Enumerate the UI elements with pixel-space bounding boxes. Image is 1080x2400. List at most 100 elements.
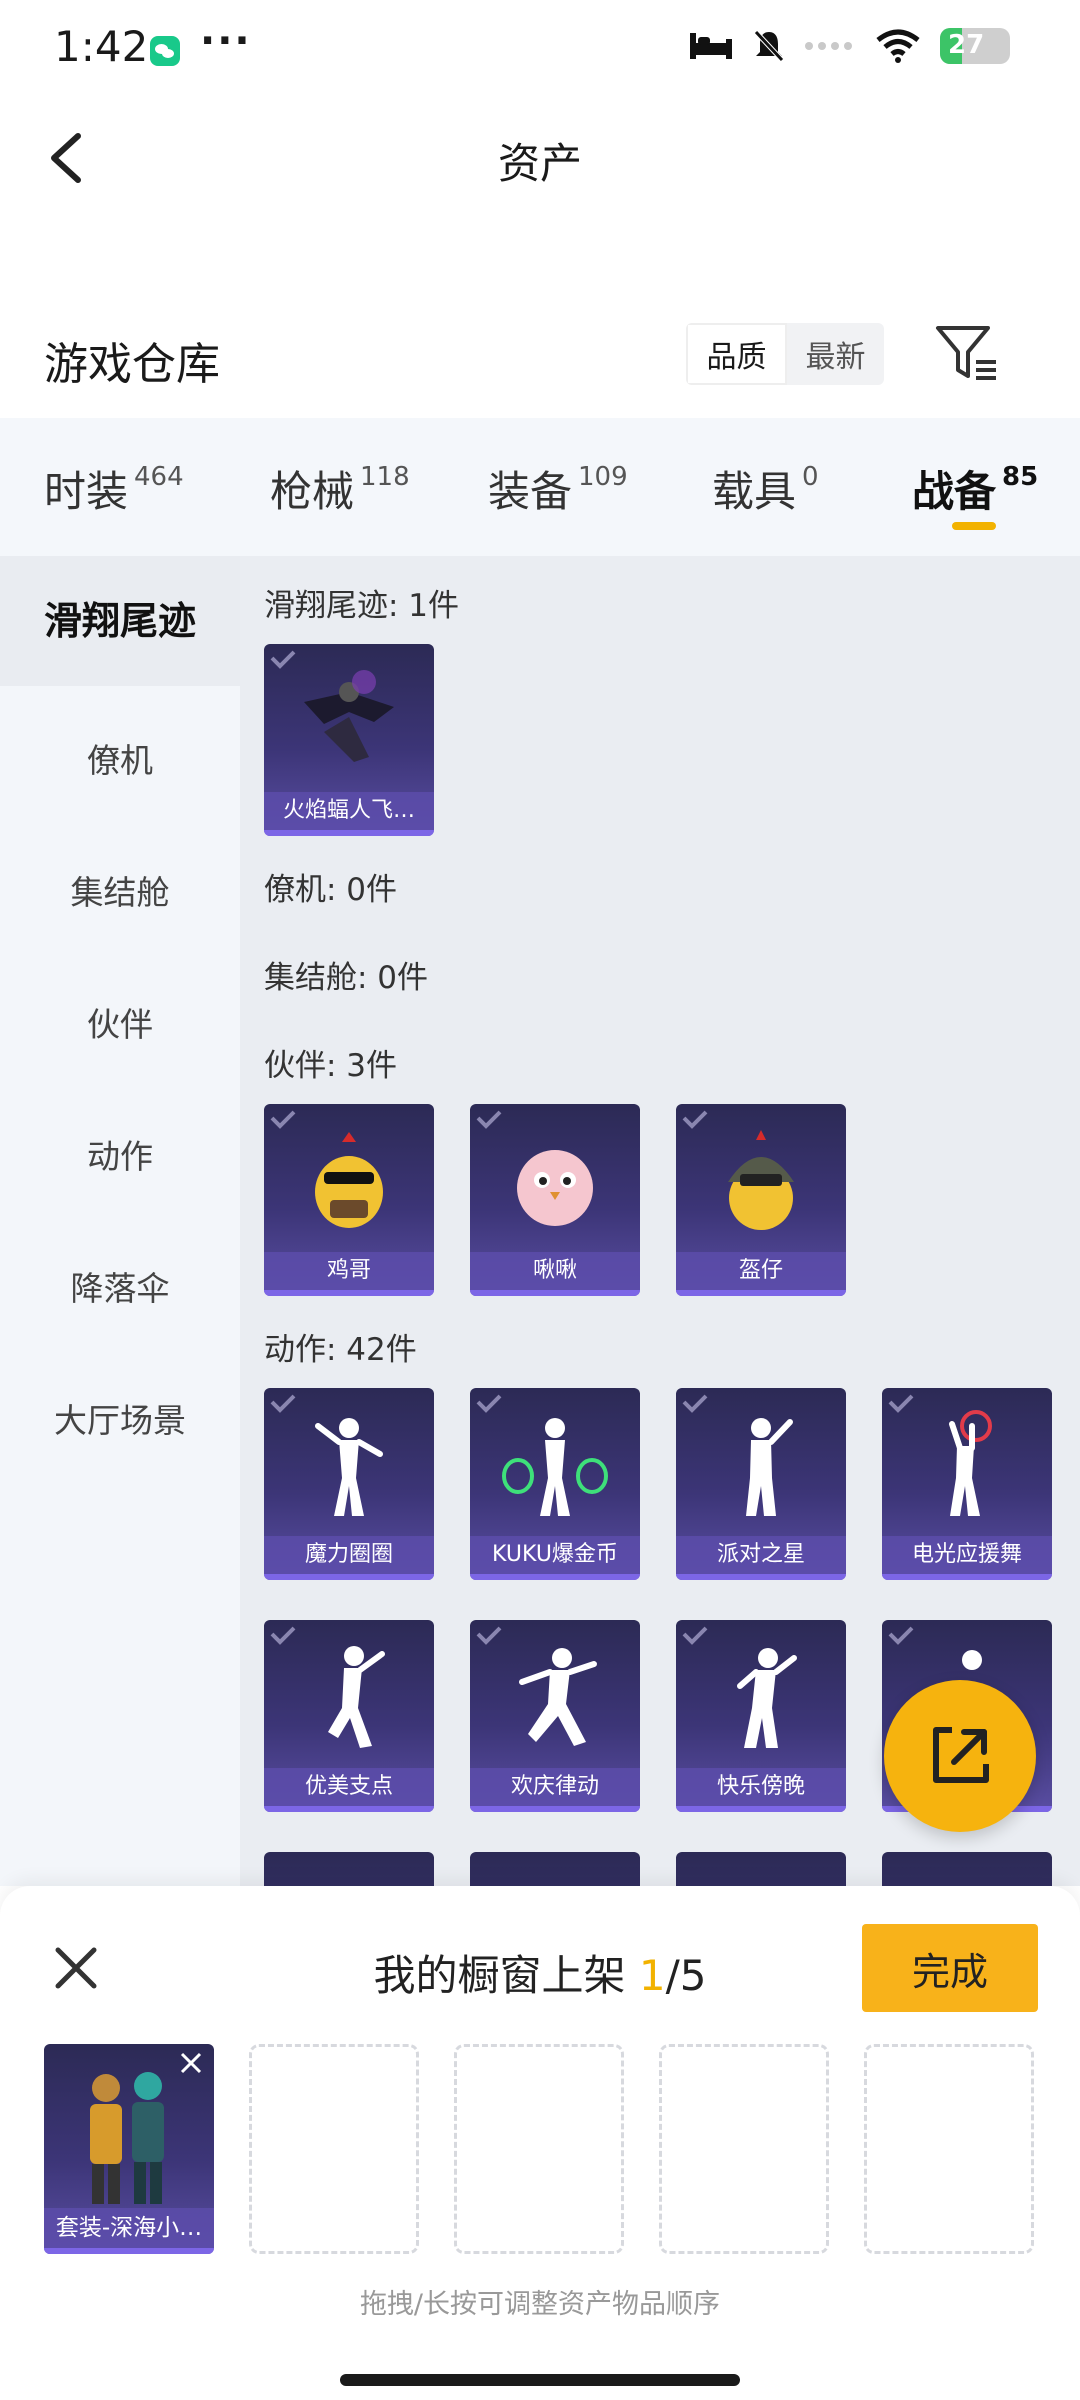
card-bar (676, 1290, 846, 1296)
asset-card[interactable]: 优美支点 (264, 1620, 434, 1812)
done-button[interactable]: 完成 (862, 1924, 1038, 2012)
dancer-silhouette-image (737, 1648, 797, 1748)
warehouse-title: 游戏仓库 (44, 339, 220, 390)
tab-count: 85 (1002, 462, 1039, 492)
reorder-hint: 拖拽/长按可调整资产物品顺序 (359, 2289, 721, 2320)
tab-equipment[interactable]: 装备 109 (488, 458, 628, 519)
sidebar-item-capsule[interactable]: 集结舱 (0, 866, 240, 914)
showcase-total-count: /5 (665, 1951, 707, 2000)
tab-count: 464 (134, 462, 184, 492)
home-indicator[interactable] (340, 2374, 740, 2386)
sidebar-item-parachute[interactable]: 降落伞 (0, 1262, 240, 1310)
more-notifications-icon: ··· (200, 18, 252, 64)
tab-label: 载具 (712, 467, 797, 516)
section-heading-wingman: 僚机: 0件 (264, 872, 398, 908)
showcase-empty-slot[interactable] (659, 2044, 829, 2254)
filter-icon[interactable] (932, 318, 1002, 388)
asset-card-label: 火焰蝠人飞… (264, 792, 434, 830)
sidebar-item-wingman[interactable]: 僚机 (0, 734, 240, 782)
tab-vehicles[interactable]: 载具 0 (712, 458, 819, 519)
tab-weapons[interactable]: 枪械 118 (270, 458, 410, 519)
asset-card-label: 欢庆律动 (470, 1768, 640, 1806)
battery-icon: 27 (940, 28, 1010, 64)
card-bar (470, 1290, 640, 1296)
wifi-icon (876, 29, 920, 63)
showcase-sheet: 我的橱窗上架 1/5 完成 套装-深海小… 拖拽/长按可调整资产物品顺序 (0, 1886, 1080, 2400)
battery-level: 27 (948, 30, 985, 60)
signal-dots-icon (805, 42, 852, 50)
bed-icon (690, 33, 732, 59)
glowstick-dancer-image (949, 1410, 992, 1516)
section-heading-emote: 动作: 42件 (264, 1332, 417, 1368)
sidebar-item-companion[interactable]: 伙伴 (0, 998, 240, 1046)
card-bar (470, 1574, 640, 1580)
dancer-silhouette-image (519, 1648, 597, 1746)
asset-card[interactable]: 魔力圈圈 (264, 1388, 434, 1580)
card-bar (676, 1806, 846, 1812)
pink-bird-companion-image (517, 1150, 593, 1226)
sort-option-newest[interactable]: 最新 (787, 323, 884, 385)
tab-count: 0 (802, 462, 819, 492)
asset-card[interactable] (882, 1852, 1052, 1886)
sidebar-item-glide-trail[interactable]: 滑翔尾迹 (0, 556, 240, 686)
section-heading-capsule: 集结舱: 0件 (264, 960, 429, 996)
asset-card[interactable]: 啾啾 (470, 1104, 640, 1296)
showcase-current-count: 1 (638, 1951, 666, 2000)
asset-card-label: 魔力圈圈 (264, 1536, 434, 1574)
tab-label: 枪械 (270, 467, 355, 516)
category-tabs: 时装 464 枪械 118 装备 109 载具 0 战备 85 (0, 418, 1080, 556)
sort-toggle: 品质 最新 (686, 323, 884, 385)
mute-icon (754, 30, 784, 62)
tab-count: 118 (360, 462, 410, 492)
share-out-icon (933, 1727, 989, 1783)
showcase-empty-slot[interactable] (249, 2044, 419, 2254)
asset-card[interactable] (470, 1852, 640, 1886)
asset-card-label: 啾啾 (470, 1252, 640, 1290)
active-tab-indicator (952, 522, 996, 530)
tab-fashion[interactable]: 时装 464 (44, 458, 184, 519)
share-fab-button[interactable] (884, 1680, 1036, 1832)
sort-option-quality[interactable]: 品质 (686, 323, 787, 385)
status-bar: 1:42 ··· 27 (0, 0, 1080, 100)
asset-card[interactable]: 电光应援舞 (882, 1388, 1052, 1580)
asset-card-label: 鸡哥 (264, 1252, 434, 1290)
card-bar (264, 1290, 434, 1296)
tab-label: 战备 (912, 467, 997, 516)
sidebar-item-emote[interactable]: 动作 (0, 1130, 240, 1178)
asset-card-label: 派对之星 (676, 1536, 846, 1574)
asset-card[interactable]: 火焰蝠人飞… (264, 644, 434, 836)
page-title: 资产 (497, 139, 582, 188)
card-bar (264, 830, 434, 836)
asset-card[interactable]: 快乐傍晚 (676, 1620, 846, 1812)
asset-card[interactable] (264, 1852, 434, 1886)
money-bag-dancer-image (502, 1418, 608, 1516)
asset-card-label: KUKU爆金币 (470, 1536, 640, 1574)
showcase-title-text: 我的橱窗上架 (373, 1951, 639, 2000)
sidebar: 滑翔尾迹 僚机 集结舱 伙伴 动作 降落伞 大厅场景 (0, 556, 240, 1886)
sidebar-item-lobby-scene[interactable]: 大厅场景 (0, 1394, 240, 1442)
tab-battle-prep[interactable]: 战备 85 (912, 458, 1038, 519)
asset-card[interactable]: 鸡哥 (264, 1104, 434, 1296)
tab-count: 109 (578, 462, 628, 492)
outfit-image (90, 2072, 164, 2204)
asset-card[interactable]: KUKU爆金币 (470, 1388, 640, 1580)
status-time: 1:42 (54, 22, 149, 71)
card-bar (44, 2248, 214, 2254)
asset-card[interactable]: 盔仔 (676, 1104, 846, 1296)
showcase-empty-slot[interactable] (864, 2044, 1034, 2254)
card-bar (264, 1574, 434, 1580)
wechat-notification-icon (150, 36, 180, 66)
bat-wingsuit-image (304, 670, 394, 762)
card-bar (882, 1574, 1052, 1580)
showcase-slot[interactable]: 套装-深海小… (44, 2044, 214, 2254)
asset-card[interactable]: 派对之星 (676, 1388, 846, 1580)
dancer-silhouette-image (328, 1646, 385, 1748)
showcase-empty-slot[interactable] (454, 2044, 624, 2254)
showcase-slot-label: 套装-深海小… (44, 2208, 214, 2248)
asset-card-label: 电光应援舞 (882, 1536, 1052, 1574)
card-bar (676, 1574, 846, 1580)
asset-card[interactable] (676, 1852, 846, 1886)
helmet-chick-companion-image (728, 1130, 794, 1230)
asset-card[interactable]: 欢庆律动 (470, 1620, 640, 1812)
asset-card-label: 优美支点 (264, 1768, 434, 1806)
